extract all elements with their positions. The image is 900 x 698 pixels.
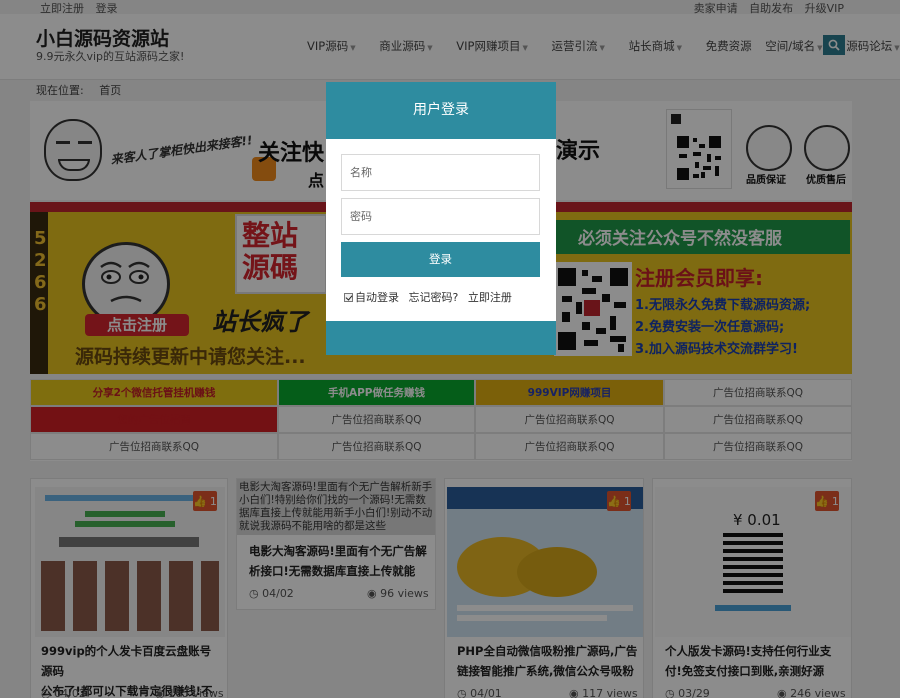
login-options: 自动登录 忘记密码? 立即注册 (344, 289, 512, 305)
login-modal: 用户登录 登录 自动登录 忘记密码? 立即注册 (326, 82, 556, 355)
register-link[interactable]: 立即注册 (468, 291, 512, 304)
password-input[interactable] (341, 198, 540, 235)
login-modal-title: 用户登录 (326, 82, 556, 139)
username-input[interactable] (341, 154, 540, 191)
forgot-password-link[interactable]: 忘记密码? (409, 291, 459, 304)
remember-label[interactable]: 自动登录 (355, 291, 399, 304)
remember-checkbox[interactable] (344, 292, 353, 302)
login-modal-footer (326, 321, 556, 355)
login-submit-button[interactable]: 登录 (341, 242, 540, 277)
